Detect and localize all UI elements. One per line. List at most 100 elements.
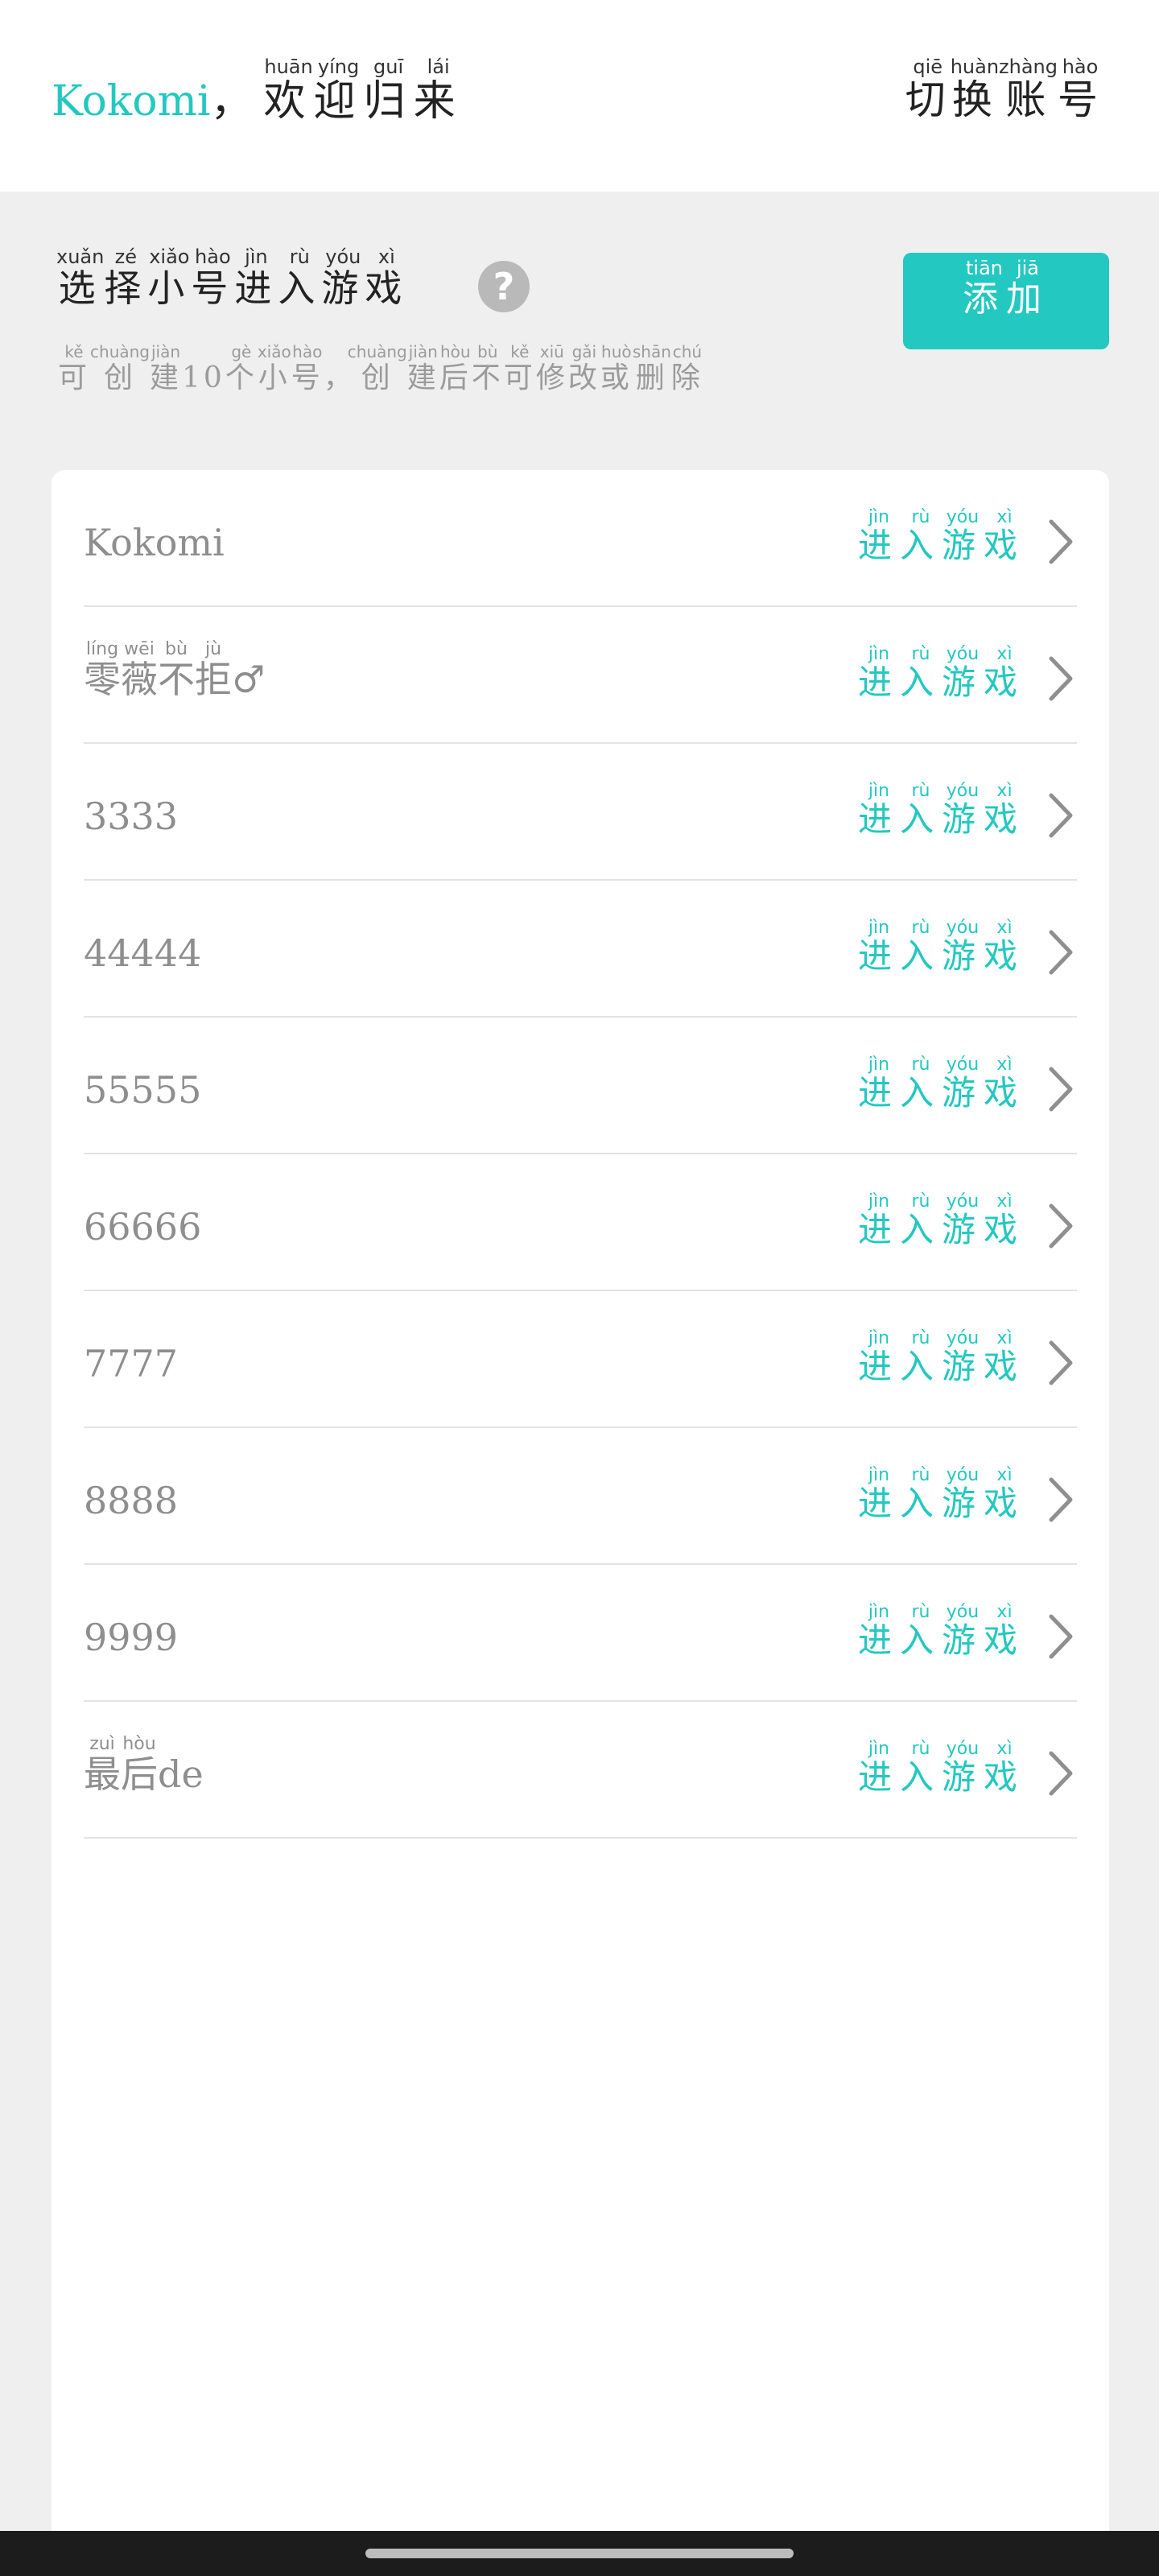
pinyin-annotation: jìn [857,918,900,938]
annotated-char: 添tiān [963,257,1006,320]
pinyin-annotation: yóu [941,1602,984,1622]
pinyin-annotation: jiàn [406,342,439,361]
account-row[interactable]: 7777 进jìn入rù游yóu戏xì [84,1291,1077,1428]
annotated-char: 小xiǎo [147,246,192,310]
annotated-char: 改gǎi [567,342,600,394]
annotated-char: 或huò [600,342,633,394]
pinyin-annotation: yóu [941,1739,984,1759]
pinyin-annotation: yóu [941,1465,984,1485]
enter-game-button[interactable]: 进jìn入rù游yóu戏xì [858,644,1025,719]
enter-game-button[interactable]: 进jìn入rù游yóu戏xì [858,781,1025,856]
pinyin-annotation: lái [413,56,464,78]
pinyin-annotation: yóu [941,1191,984,1212]
pinyin-annotation: rù [899,1465,942,1485]
annotated-char: 入rù [899,1739,942,1797]
pinyin-annotation: xì [983,644,1025,664]
annotated-char: 戏xì [983,1739,1025,1797]
account-list: Kokomi 进jìn入rù游yóu戏xì 零líng薇wēi不bù拒jù♂ 进jìn… [84,470,1077,1839]
annotated-char: 切qiē [905,56,951,123]
plain-text: 9999 [84,1616,179,1659]
enter-game-button[interactable]: 进jìn入rù游yóu戏xì [857,918,1025,993]
account-name: 最zuì后hòude [84,1734,204,1814]
account-name: 66666 [84,1187,201,1267]
annotated-char: 号hào [191,246,235,310]
annotated-char: 创chuàng [90,342,150,394]
pinyin-annotation: jìn [857,1328,900,1348]
enter-game-button[interactable]: 进jìn入rù游yóu戏xì [858,1739,1025,1814]
pinyin-annotation: rù [899,1055,942,1075]
pinyin-annotation: xiū [535,342,568,361]
account-row[interactable]: 3333 进jìn入rù游yóu戏xì [84,744,1077,881]
chevron-right-icon[interactable] [1045,1335,1077,1391]
pinyin-annotation: xì [365,246,409,268]
chevron-right-icon[interactable] [1045,650,1077,707]
chevron-right-icon[interactable] [1045,924,1077,980]
enter-game-button[interactable]: 进jìn入rù游yóu戏xì [857,507,1025,582]
annotated-char: 进jìn [857,1191,900,1249]
annotated-char: 入rù [899,781,942,839]
annotated-char: 戏xì [983,1055,1025,1113]
pinyin-annotation: xì [983,918,1025,938]
chevron-right-icon[interactable] [1045,787,1077,844]
pinyin-annotation: yíng [313,56,364,78]
plain-text: 55555 [84,1068,202,1112]
enter-game-button[interactable]: 进jìn入rù游yóu戏xì [857,1055,1025,1129]
account-row[interactable]: 9999 进jìn入rù游yóu戏xì [84,1565,1077,1702]
home-indicator[interactable] [365,2549,794,2558]
account-row[interactable]: 8888 进jìn入rù游yóu戏xì [84,1428,1077,1565]
plain-text: de [158,1752,204,1796]
pinyin-annotation: gè [225,342,258,361]
pinyin-annotation: jù [195,639,232,659]
chevron-right-icon[interactable] [1045,1198,1077,1254]
annotated-char: 游yóu [941,918,984,976]
plain-text: ♂ [232,658,266,701]
chevron-right-icon[interactable] [1045,1472,1077,1528]
account-row[interactable]: 零líng薇wēi不bù拒jù♂ 进jìn入rù游yóu戏xì [84,607,1077,744]
annotated-char: 拒jù [195,639,232,701]
add-account-button[interactable]: 添tiān加jiā [903,253,1109,349]
account-name: 零líng薇wēi不bù拒jù♂ [84,639,265,720]
account-row[interactable]: Kokomi 进jìn入rù游yóu戏xì [84,470,1077,607]
annotated-char: 可kě [58,342,91,394]
plain-text: 44444 [84,931,202,975]
annotated-char: 迎yíng [313,56,364,126]
chevron-right-icon[interactable] [1045,1061,1077,1117]
switch-account-button[interactable]: 切qiē换huàn账zhàng号hào [905,56,1103,136]
enter-game-button[interactable]: 进jìn入rù游yóu戏xì [857,1465,1025,1540]
account-row[interactable]: 66666 进jìn入rù游yóu戏xì [84,1154,1077,1291]
pinyin-annotation: yóu [941,1055,984,1075]
annotated-char: 进jìn [857,918,900,976]
annotated-char: 入rù [899,1602,942,1660]
pinyin-annotation: jìn [857,1465,900,1485]
pinyin-annotation: rù [899,781,942,801]
annotated-char: 归guī [363,56,414,126]
pinyin-annotation: kě [503,342,536,361]
annotated-char: 后hòu [121,1734,158,1796]
annotated-char: 除chú [670,342,703,394]
pinyin-annotation: wēi [121,639,158,659]
annotated-char: 入rù [899,1191,942,1249]
chevron-right-icon[interactable] [1045,1745,1077,1802]
pinyin-annotation: jìn [857,1055,900,1075]
annotated-char: 进jìn [857,507,900,565]
plain-text: 66666 [84,1205,202,1249]
account-row[interactable]: 55555 进jìn入rù游yóu戏xì [84,1018,1077,1154]
enter-game-button[interactable]: 进jìn入rù游yóu戏xì [857,1191,1025,1266]
annotated-char: 删shān [632,342,671,394]
chevron-right-icon[interactable] [1045,514,1077,570]
annotated-char: 不bù [158,639,195,701]
annotated-char: 游yóu [941,1465,984,1523]
account-row[interactable]: 最zuì后hòude 进jìn入rù游yóu戏xì [84,1702,1077,1839]
enter-game-button[interactable]: 进jìn入rù游yóu戏xì [858,1602,1025,1677]
annotated-char: 戏xì [983,1465,1025,1523]
annotated-char: 戏xì [983,507,1025,565]
annotated-char: 选xuǎn [56,246,105,310]
enter-game-button[interactable]: 进jìn入rù游yóu戏xì [857,1328,1025,1403]
pinyin-annotation: xiǎo [257,342,291,361]
question-mark-icon[interactable]: ? [478,261,530,312]
account-row[interactable]: 44444 进jìn入rù游yóu戏xì [84,881,1077,1018]
annotated-char: 戏xì [983,1328,1025,1386]
chevron-right-icon[interactable] [1045,1608,1077,1665]
pinyin-annotation: jìn [234,246,278,268]
annotated-char: 游yóu [941,1191,984,1249]
